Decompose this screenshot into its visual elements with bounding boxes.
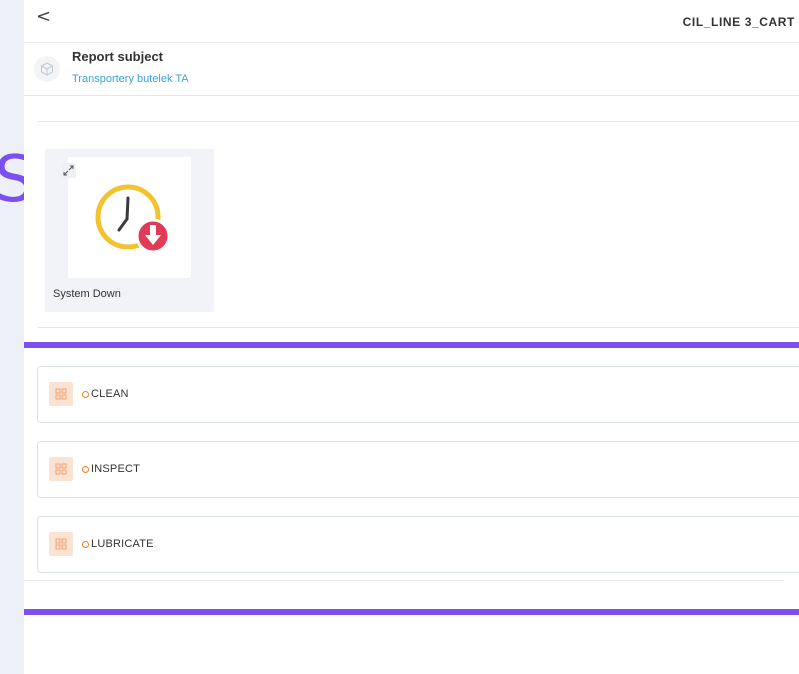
grid-icon bbox=[49, 457, 73, 481]
action-item-lubricate[interactable]: LUBRICATE bbox=[37, 516, 799, 573]
report-subject-section: Report subject Transportery butelek TA bbox=[24, 43, 799, 96]
clock-down-icon bbox=[95, 184, 171, 254]
divider bbox=[38, 121, 799, 122]
action-list-highlight: CLEAN INSPECT LUBRICATE bbox=[24, 342, 799, 615]
back-button[interactable]: < bbox=[36, 6, 56, 28]
card-image bbox=[68, 157, 191, 278]
report-subject-label: Report subject bbox=[72, 49, 164, 64]
grid-icon bbox=[49, 532, 73, 556]
report-subject-value[interactable]: Transportery butelek TA bbox=[72, 73, 189, 85]
status-dot-icon bbox=[82, 466, 89, 473]
expand-icon[interactable] bbox=[61, 163, 76, 178]
action-label: INSPECT bbox=[91, 463, 141, 475]
cube-icon bbox=[34, 56, 60, 82]
report-panel: < CIL_LINE 3_CART Report subject Transpo… bbox=[24, 0, 799, 674]
grid-icon bbox=[49, 382, 73, 406]
action-item-clean[interactable]: CLEAN bbox=[37, 366, 799, 423]
card-label: System Down bbox=[53, 288, 121, 300]
system-down-card[interactable]: System Down bbox=[45, 149, 214, 312]
divider bbox=[38, 327, 799, 328]
page-title: CIL_LINE 3_CART bbox=[682, 15, 795, 29]
action-label: CLEAN bbox=[91, 388, 129, 400]
top-bar: < CIL_LINE 3_CART bbox=[24, 0, 799, 43]
action-item-inspect[interactable]: INSPECT bbox=[37, 441, 799, 498]
status-dot-icon bbox=[82, 391, 89, 398]
status-dot-icon bbox=[82, 541, 89, 548]
action-label: LUBRICATE bbox=[91, 538, 154, 550]
divider bbox=[24, 580, 784, 581]
